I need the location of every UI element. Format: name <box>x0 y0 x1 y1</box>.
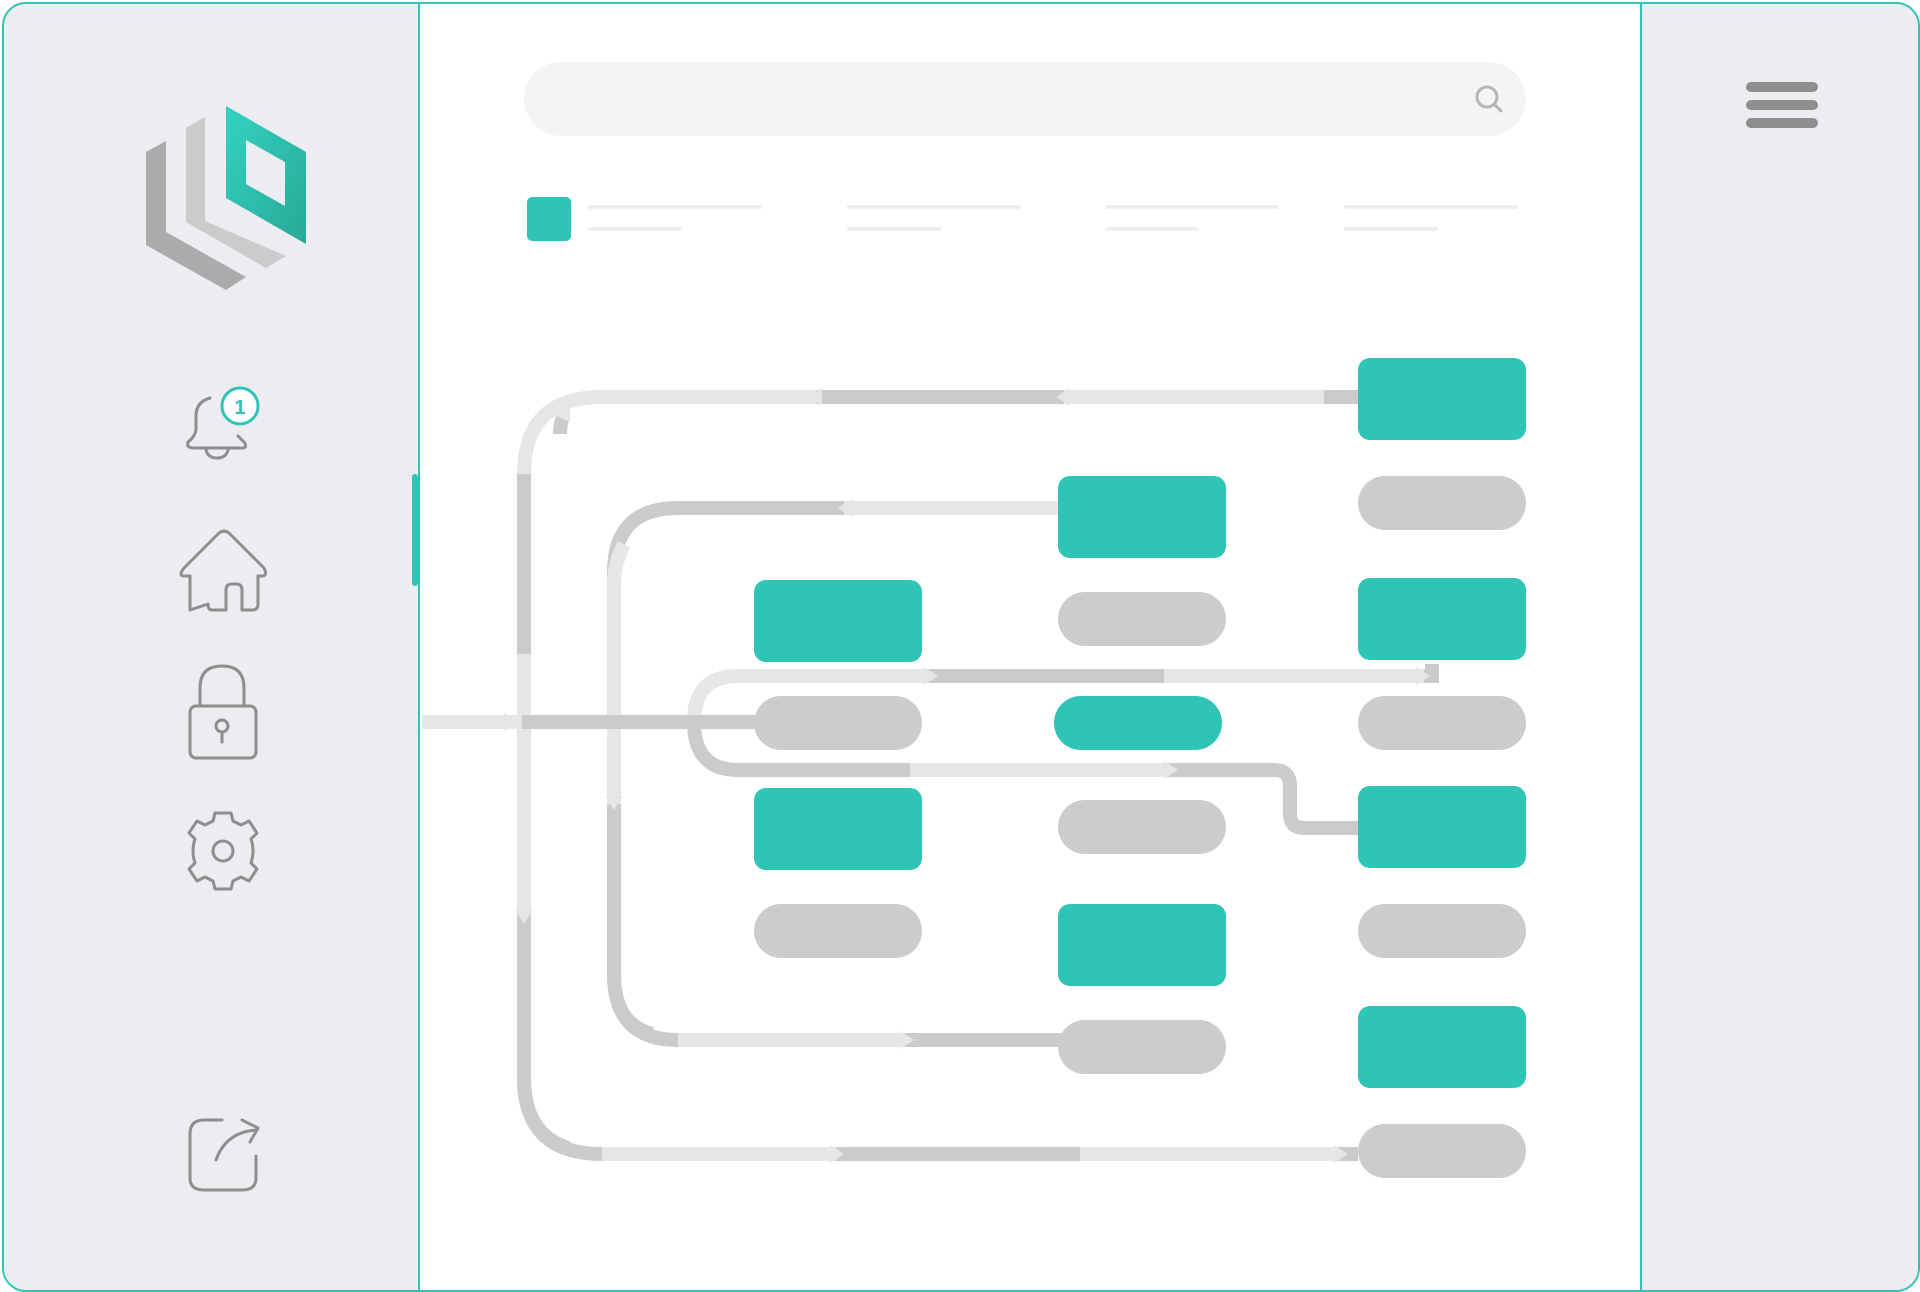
flow-node-inactive[interactable] <box>754 904 922 958</box>
app-window: 1 <box>2 2 1920 1292</box>
flow-diagram <box>422 358 1526 1178</box>
flow-node-active[interactable] <box>754 580 922 662</box>
flow-node-active[interactable] <box>1058 904 1226 986</box>
flow-node-inactive[interactable] <box>1358 1124 1526 1178</box>
flow-node-active[interactable] <box>1058 476 1226 558</box>
flow-node-active[interactable] <box>754 788 922 870</box>
flow-node-active[interactable] <box>1358 786 1526 868</box>
flow-node-inactive[interactable] <box>1058 1020 1226 1074</box>
flow-path-top <box>517 390 1358 654</box>
flow-node-inactive[interactable] <box>754 696 922 750</box>
flow-node-active[interactable] <box>1358 1006 1526 1088</box>
flow-node-active[interactable] <box>1358 578 1526 660</box>
flow-node-inactive[interactable] <box>1358 696 1526 750</box>
flow-node-inactive[interactable] <box>1358 904 1526 958</box>
flow-node-inactive[interactable] <box>1058 592 1226 646</box>
flow-node-active[interactable] <box>1358 358 1526 440</box>
flow-node-active-pill[interactable] <box>1054 696 1222 750</box>
flow-node-inactive[interactable] <box>1358 476 1526 530</box>
flow-node-inactive[interactable] <box>1058 800 1226 854</box>
